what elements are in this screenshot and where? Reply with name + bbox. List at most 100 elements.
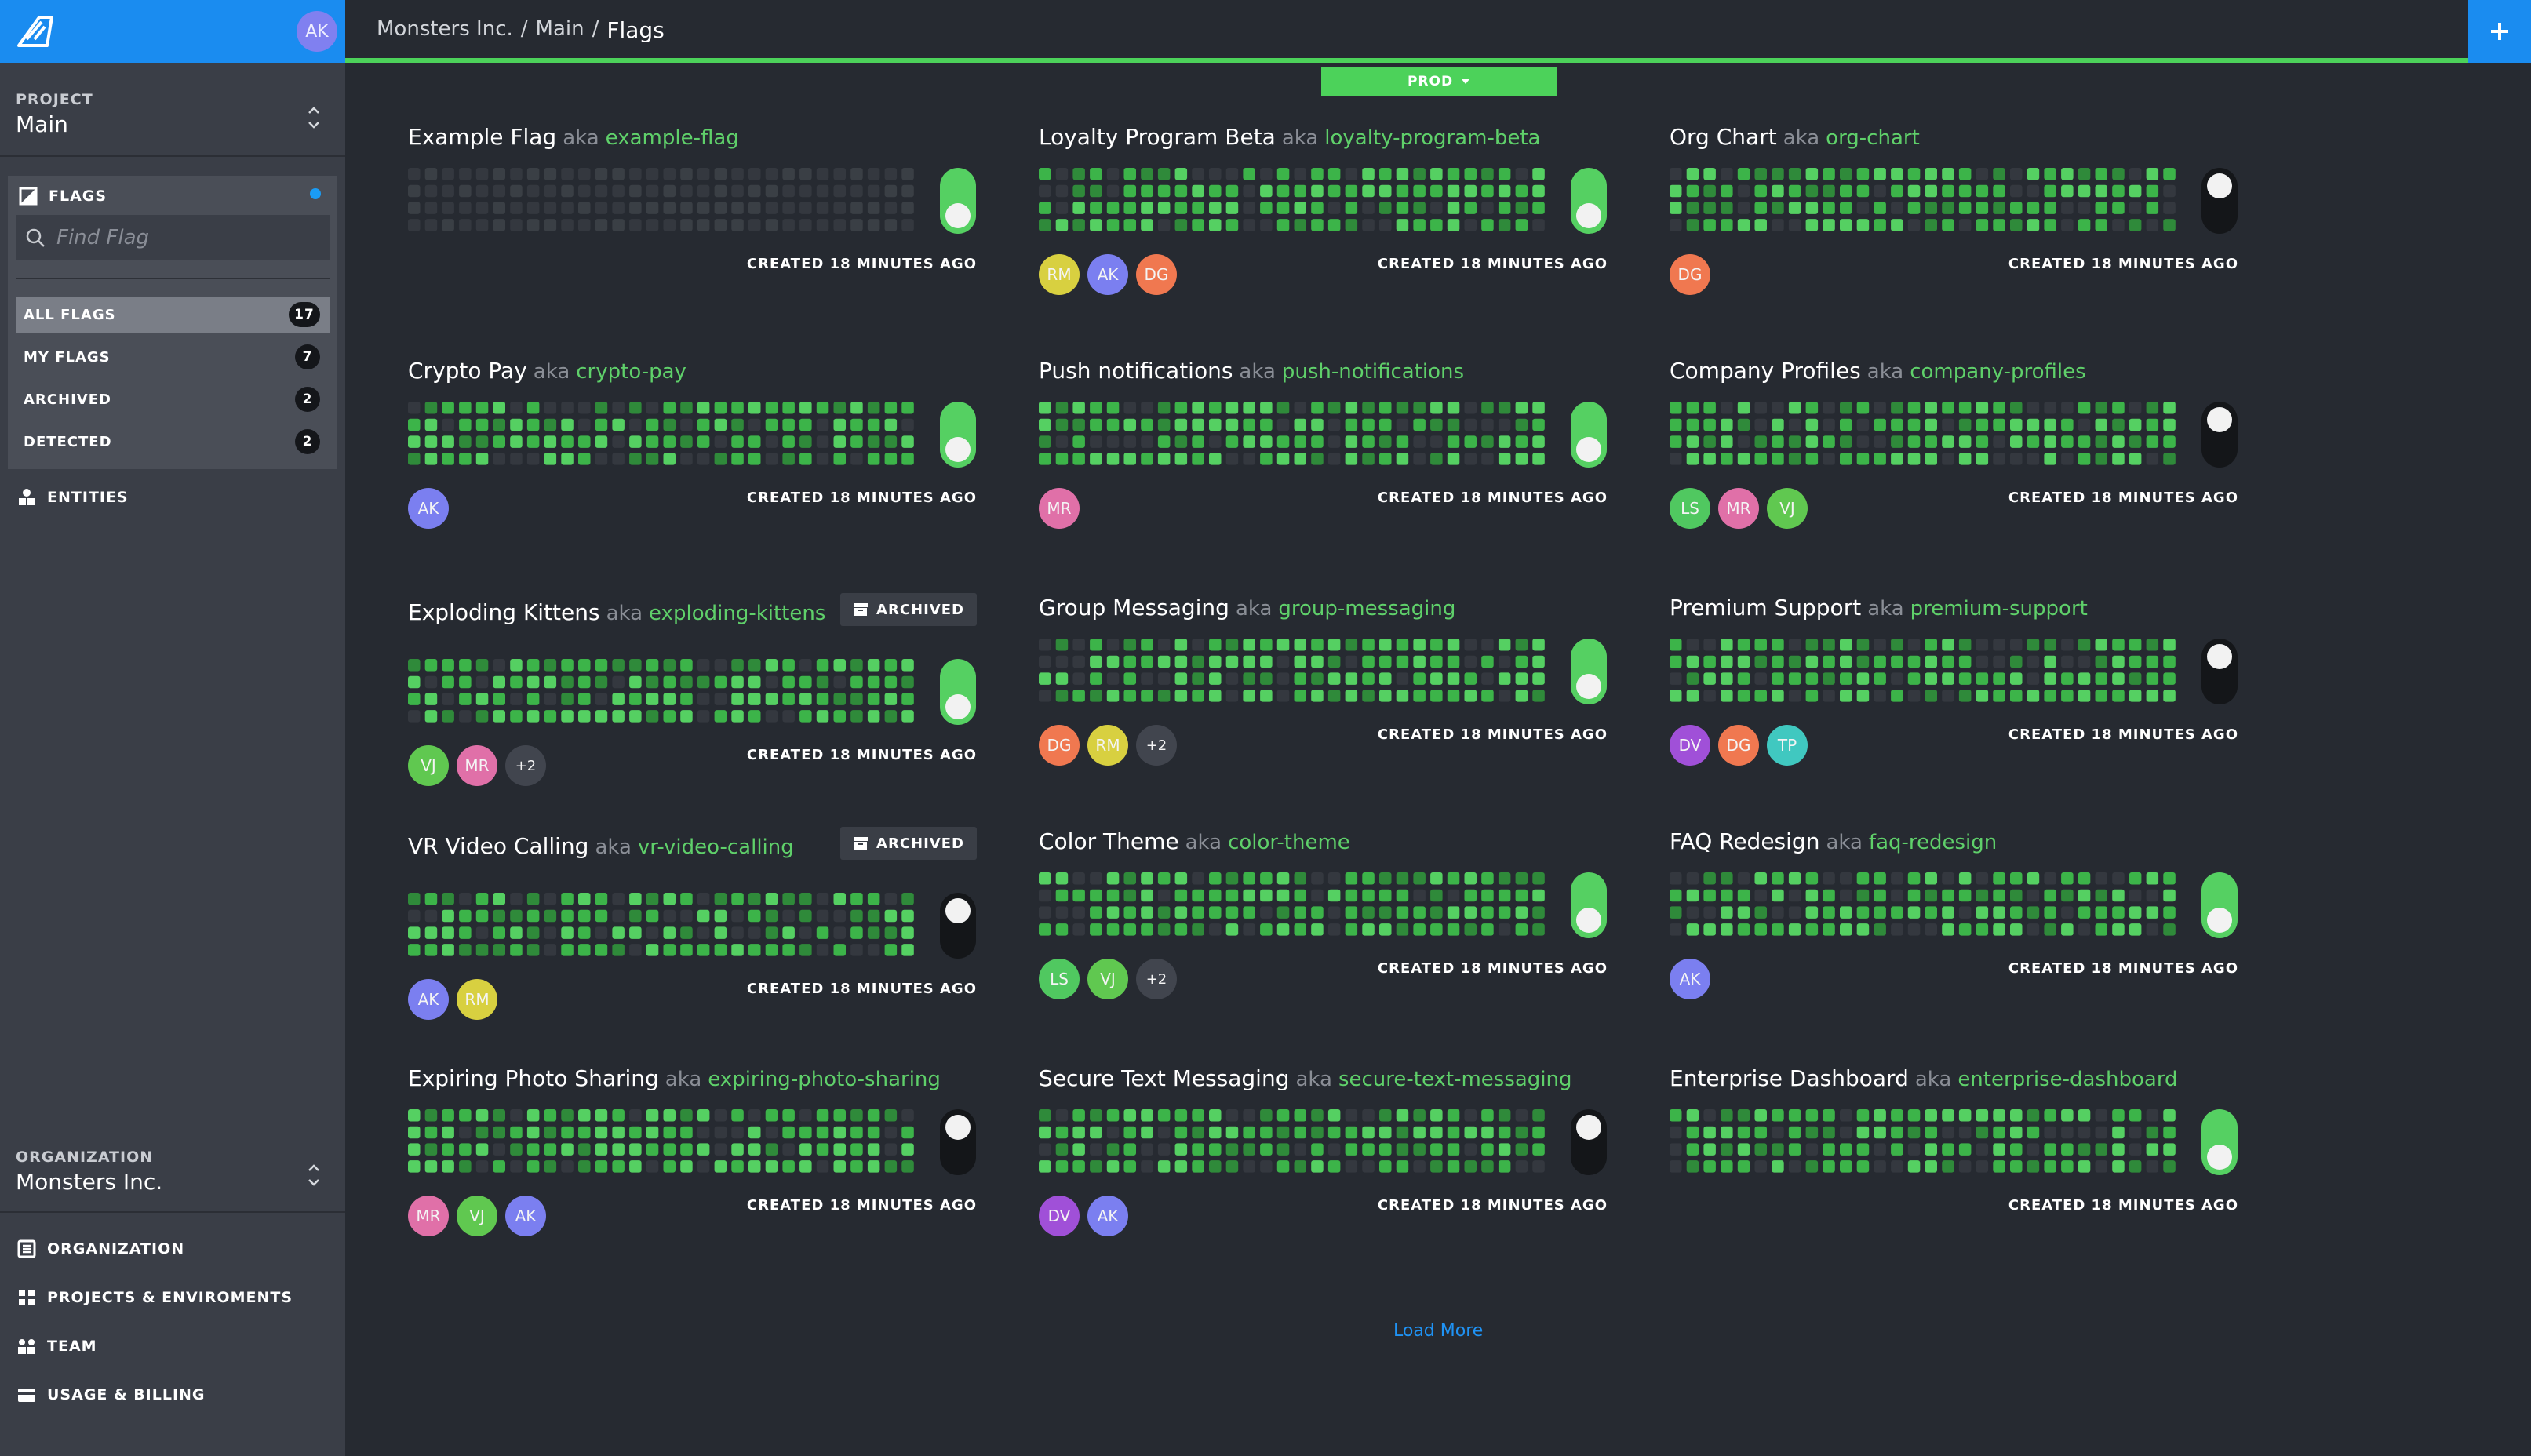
- flag-title[interactable]: Push notifications aka push-notifications: [1039, 358, 1464, 384]
- nav-detected[interactable]: DETECTED 2: [16, 424, 330, 460]
- flag-title[interactable]: Premium Support aka premium-support: [1670, 595, 2088, 621]
- flag-card[interactable]: Secure Text Messaging aka secure-text-mess…: [1039, 1059, 1608, 1255]
- nav-all-flags[interactable]: ALL FLAGS 17: [16, 297, 330, 333]
- flag-title[interactable]: Expiring Photo Sharing aka expiring-photo-…: [408, 1065, 941, 1091]
- flag-card[interactable]: Crypto Pay aka crypto-pay CREATED 18 MINUTE…: [408, 351, 977, 548]
- flag-card[interactable]: Org Chart aka org-chart CREATED 18 MINUTES …: [1670, 118, 2238, 314]
- breadcrumb-project[interactable]: Main: [536, 17, 584, 43]
- avatar[interactable]: VJ: [1087, 959, 1128, 999]
- flag-toggle[interactable]: [2201, 639, 2238, 704]
- nav-archived[interactable]: ARCHIVED 2: [16, 381, 330, 417]
- flag-card[interactable]: Loyalty Program Beta aka loyalty-program-b…: [1039, 118, 1608, 314]
- flag-card[interactable]: Example Flag aka example-flag CREATED 18 MI…: [408, 118, 977, 314]
- flag-card[interactable]: Enterprise Dashboard aka enterprise-dashbo…: [1670, 1059, 2238, 1255]
- flag-title[interactable]: Secure Text Messaging aka secure-text-mess…: [1039, 1065, 1572, 1091]
- avatar[interactable]: VJ: [408, 745, 449, 786]
- project-name[interactable]: Main: [16, 111, 68, 137]
- environment-selector[interactable]: PROD: [1321, 67, 1557, 96]
- flag-toggle[interactable]: [2201, 1109, 2238, 1175]
- flag-title[interactable]: Company Profiles aka company-profiles: [1670, 358, 2086, 384]
- organization-name[interactable]: Monsters Inc.: [16, 1169, 162, 1195]
- flag-toggle[interactable]: [1571, 1109, 1607, 1175]
- flag-toggle[interactable]: [940, 659, 976, 725]
- flag-title[interactable]: Enterprise Dashboard aka enterprise-dashbo…: [1670, 1065, 2178, 1091]
- avatar[interactable]: VJ: [457, 1196, 497, 1236]
- load-more-link[interactable]: Load More: [1393, 1321, 1483, 1341]
- sidebar-item-organization[interactable]: ORGANIZATION: [17, 1239, 184, 1258]
- avatar[interactable]: DG: [1136, 254, 1177, 295]
- flag-toggle[interactable]: [2201, 168, 2238, 234]
- avatar[interactable]: MR: [408, 1196, 449, 1236]
- activity-cell: [663, 1109, 676, 1122]
- avatar[interactable]: DG: [1718, 725, 1759, 766]
- flag-title[interactable]: Example Flag aka example-flag: [408, 124, 739, 150]
- flag-toggle[interactable]: [940, 168, 976, 234]
- flag-card[interactable]: Exploding Kittens aka exploding-kittens ARC…: [408, 593, 977, 789]
- flag-title[interactable]: Loyalty Program Beta aka loyalty-program-b…: [1039, 124, 1540, 150]
- avatar[interactable]: AK: [1087, 1196, 1128, 1236]
- avatar[interactable]: MR: [1039, 488, 1080, 529]
- activity-cell: [1686, 1143, 1699, 1156]
- more-avatars-badge[interactable]: +2: [505, 745, 546, 786]
- flag-toggle[interactable]: [1571, 168, 1607, 234]
- avatar[interactable]: RM: [1087, 725, 1128, 766]
- nav-my-flags[interactable]: MY FLAGS 7: [16, 339, 330, 375]
- flag-card[interactable]: VR Video Calling aka vr-video-calling ARCHI…: [408, 827, 977, 1023]
- more-avatars-badge[interactable]: +2: [1136, 959, 1177, 999]
- flag-card[interactable]: Push notifications aka push-notifications C…: [1039, 351, 1608, 548]
- flag-card[interactable]: Color Theme aka color-theme CREATED 18 MINU…: [1039, 822, 1608, 1018]
- sidebar-item-team[interactable]: TEAM: [17, 1337, 97, 1356]
- organization-switcher-icon[interactable]: [306, 1161, 322, 1189]
- flag-toggle[interactable]: [2201, 872, 2238, 938]
- sidebar-item-projects[interactable]: PROJECTS & ENVIROMENTS: [17, 1288, 293, 1307]
- flag-title[interactable]: Group Messaging aka group-messaging: [1039, 595, 1455, 621]
- flag-title[interactable]: Org Chart aka org-chart: [1670, 124, 1920, 150]
- avatar[interactable]: VJ: [1767, 488, 1808, 529]
- avatar[interactable]: LS: [1039, 959, 1080, 999]
- flag-title[interactable]: Exploding Kittens aka exploding-kittens: [408, 599, 825, 625]
- add-flag-button[interactable]: [2468, 0, 2531, 63]
- avatar[interactable]: AK: [1670, 959, 1710, 999]
- flag-toggle[interactable]: [1571, 402, 1607, 468]
- avatar[interactable]: TP: [1767, 725, 1808, 766]
- breadcrumb-org[interactable]: Monsters Inc.: [377, 17, 513, 43]
- sidebar-item-billing[interactable]: USAGE & BILLING: [17, 1385, 206, 1404]
- avatar[interactable]: DG: [1039, 725, 1080, 766]
- avatar[interactable]: DV: [1039, 1196, 1080, 1236]
- flag-card[interactable]: Group Messaging aka group-messaging CREATED…: [1039, 588, 1608, 784]
- avatar[interactable]: DV: [1670, 725, 1710, 766]
- flag-toggle[interactable]: [1571, 639, 1607, 704]
- flag-title[interactable]: Color Theme aka color-theme: [1039, 828, 1350, 854]
- avatar[interactable]: AK: [408, 488, 449, 529]
- flag-toggle[interactable]: [940, 1109, 976, 1175]
- avatar[interactable]: AK: [408, 979, 449, 1020]
- activity-cell: [714, 693, 727, 705]
- avatar[interactable]: MR: [457, 745, 497, 786]
- user-avatar[interactable]: AK: [297, 11, 337, 52]
- flags-heading[interactable]: FLAGS: [19, 187, 107, 206]
- avatar[interactable]: RM: [1039, 254, 1080, 295]
- flag-card[interactable]: Company Profiles aka company-profiles CREAT…: [1670, 351, 2238, 548]
- search-input[interactable]: [16, 215, 330, 260]
- flag-card[interactable]: Premium Support aka premium-support CREATED…: [1670, 588, 2238, 784]
- sidebar-item-entities[interactable]: ENTITIES: [17, 488, 129, 507]
- flag-toggle[interactable]: [940, 402, 976, 468]
- flag-toggle[interactable]: [1571, 872, 1607, 938]
- avatar[interactable]: LS: [1670, 488, 1710, 529]
- flag-title[interactable]: FAQ Redesign aka faq-redesign: [1670, 828, 1997, 854]
- flag-card[interactable]: FAQ Redesign aka faq-redesign CREATED 18 MI…: [1670, 822, 2238, 1018]
- more-avatars-badge[interactable]: +2: [1136, 725, 1177, 766]
- avatar[interactable]: AK: [505, 1196, 546, 1236]
- avatar[interactable]: MR: [1718, 488, 1759, 529]
- activity-cell: [561, 168, 574, 180]
- avatar[interactable]: DG: [1670, 254, 1710, 295]
- flag-title[interactable]: VR Video Calling aka vr-video-calling: [408, 833, 794, 859]
- avatar[interactable]: RM: [457, 979, 497, 1020]
- flag-toggle[interactable]: [2201, 402, 2238, 468]
- flag-toggle[interactable]: [940, 893, 976, 959]
- logo-icon[interactable]: [16, 13, 55, 49]
- avatar[interactable]: AK: [1087, 254, 1128, 295]
- flag-card[interactable]: Expiring Photo Sharing aka expiring-photo-…: [408, 1059, 977, 1255]
- flag-title[interactable]: Crypto Pay aka crypto-pay: [408, 358, 686, 384]
- project-switcher-icon[interactable]: [306, 104, 322, 132]
